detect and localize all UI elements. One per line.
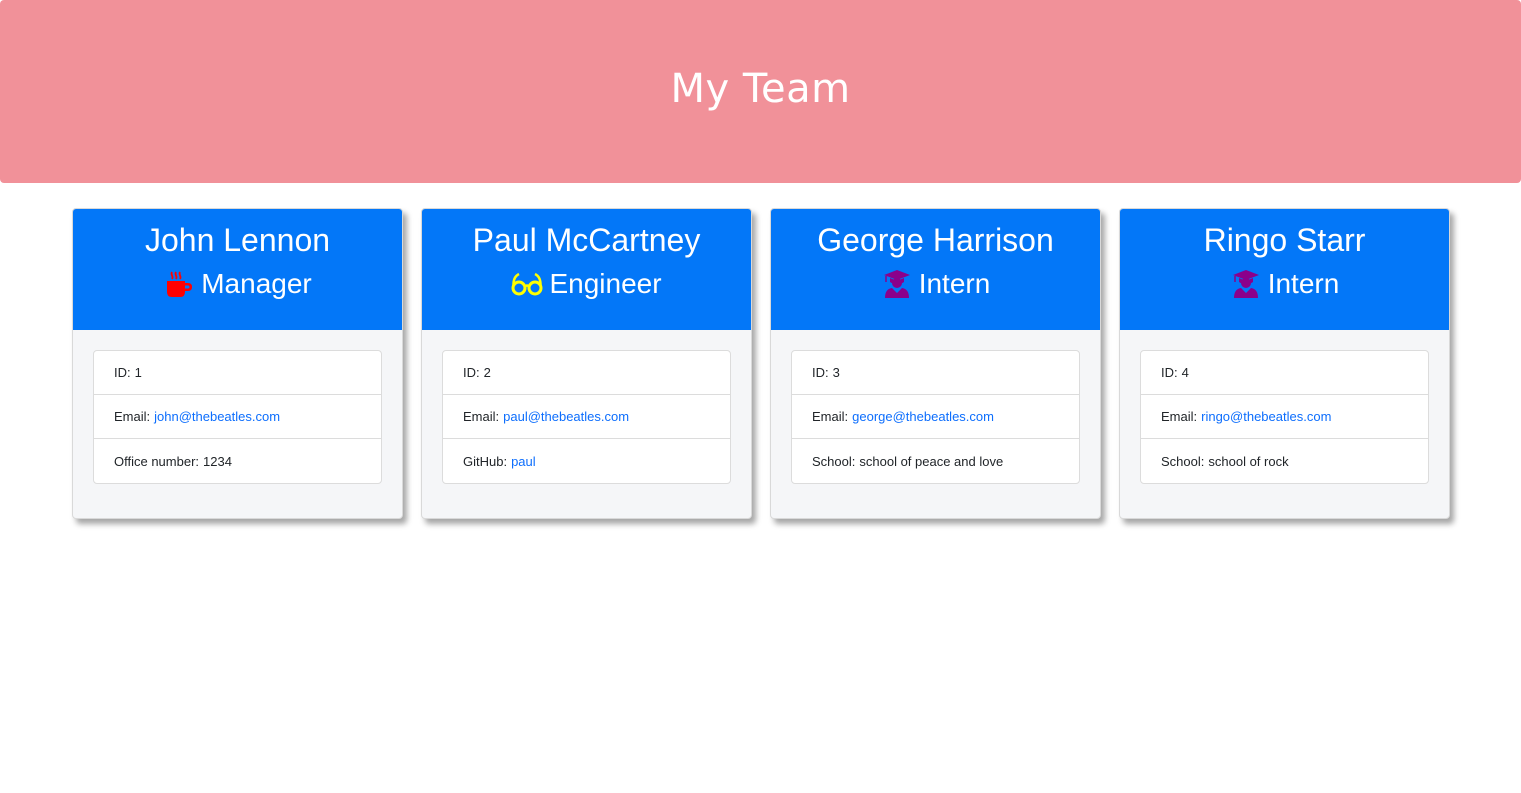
page-title: My Team <box>670 65 851 112</box>
list-item-school: School: school of rock <box>1141 439 1428 483</box>
office-number-label: Office number: <box>114 453 200 469</box>
employee-card: Paul McCartney Engineer ID: 2 Email: pau… <box>421 208 752 519</box>
employee-role: Engineer <box>422 268 751 300</box>
github-link[interactable]: paul <box>511 454 536 469</box>
info-list: ID: 4 Email: ringo@thebeatles.com School… <box>1140 350 1429 484</box>
employee-card: George Harrison Intern ID: 3 Email: geor… <box>770 208 1101 519</box>
info-list: ID: 3 Email: george@thebeatles.com Schoo… <box>791 350 1080 484</box>
github-label: GitHub: <box>463 453 508 469</box>
info-list: ID: 2 Email: paul@thebeatles.com GitHub:… <box>442 350 731 484</box>
id-label: ID: <box>1161 365 1178 380</box>
email-label: Email: <box>463 409 500 424</box>
school-label: School: <box>812 453 856 469</box>
list-item-school: School: school of peace and love <box>792 439 1079 483</box>
glasses-icon <box>511 269 543 299</box>
page-header: My Team <box>0 0 1521 183</box>
id-value: 3 <box>832 365 840 380</box>
employee-card: John Lennon Manager ID: 1 Email: john@th… <box>72 208 403 519</box>
card-body: ID: 2 Email: paul@thebeatles.com GitHub:… <box>422 330 751 484</box>
list-item-id: ID: 4 <box>1141 351 1428 395</box>
office-number-value: 1234 <box>203 453 232 469</box>
list-item-github: GitHub: paul <box>443 439 730 483</box>
graduate-icon <box>1230 269 1262 299</box>
list-item-id: ID: 2 <box>443 351 730 395</box>
employee-role: Intern <box>771 268 1100 300</box>
card-body: ID: 4 Email: ringo@thebeatles.com School… <box>1120 330 1449 484</box>
email-link[interactable]: george@thebeatles.com <box>852 409 994 424</box>
role-label: Intern <box>918 268 991 299</box>
team-cards: John Lennon Manager ID: 1 Email: john@th… <box>72 208 1450 519</box>
card-body: ID: 3 Email: george@thebeatles.com Schoo… <box>771 330 1100 484</box>
id-label: ID: <box>463 365 480 380</box>
graduate-icon <box>881 269 913 299</box>
list-item-email: Email: george@thebeatles.com <box>792 395 1079 439</box>
info-list: ID: 1 Email: john@thebeatles.com Office … <box>93 350 382 484</box>
email-link[interactable]: ringo@thebeatles.com <box>1201 409 1331 424</box>
list-item-id: ID: 1 <box>94 351 381 395</box>
employee-name: Ringo Starr <box>1203 222 1366 258</box>
employee-role: Manager <box>73 268 402 300</box>
email-label: Email: <box>812 409 849 424</box>
list-item-email: Email: ringo@thebeatles.com <box>1141 395 1428 439</box>
id-value: 1 <box>134 365 142 380</box>
list-item-email: Email: paul@thebeatles.com <box>443 395 730 439</box>
school-value: school of peace and love <box>859 453 1004 469</box>
email-label: Email: <box>1161 409 1198 424</box>
coffee-mug-icon <box>163 269 195 299</box>
employee-name: Paul McCartney <box>472 222 701 258</box>
id-label: ID: <box>812 365 829 380</box>
email-link[interactable]: john@thebeatles.com <box>154 409 280 424</box>
list-item-office-number: Office number: 1234 <box>94 439 381 483</box>
role-label: Intern <box>1267 268 1340 299</box>
card-body: ID: 1 Email: john@thebeatles.com Office … <box>73 330 402 484</box>
id-value: 4 <box>1181 365 1189 380</box>
school-label: School: <box>1161 453 1205 469</box>
card-header: Ringo Starr Intern <box>1120 209 1449 330</box>
role-label: Engineer <box>549 268 662 299</box>
email-link[interactable]: paul@thebeatles.com <box>503 409 629 424</box>
card-header: George Harrison Intern <box>771 209 1100 330</box>
card-header: John Lennon Manager <box>73 209 402 330</box>
role-label: Manager <box>201 268 312 299</box>
employee-name: George Harrison <box>817 222 1054 258</box>
id-value: 2 <box>483 365 491 380</box>
list-item-id: ID: 3 <box>792 351 1079 395</box>
list-item-email: Email: john@thebeatles.com <box>94 395 381 439</box>
employee-name: John Lennon <box>144 222 331 258</box>
employee-card: Ringo Starr Intern ID: 4 Email: ringo@th… <box>1119 208 1450 519</box>
id-label: ID: <box>114 365 131 380</box>
email-label: Email: <box>114 409 151 424</box>
school-value: school of rock <box>1208 453 1289 469</box>
card-header: Paul McCartney Engineer <box>422 209 751 330</box>
employee-role: Intern <box>1120 268 1449 300</box>
